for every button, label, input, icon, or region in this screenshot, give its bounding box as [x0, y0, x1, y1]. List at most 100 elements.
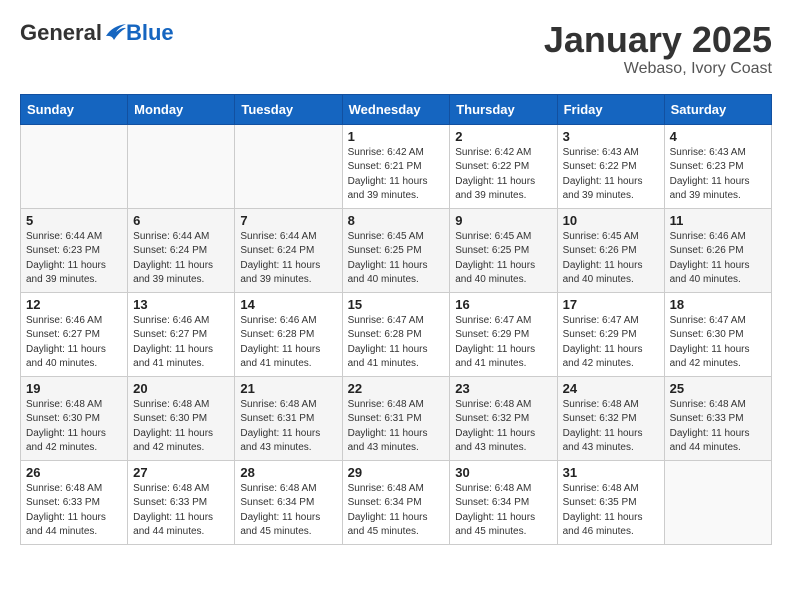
calendar-day-cell: 8 Sunrise: 6:45 AM Sunset: 6:25 PM Daylig… [342, 208, 450, 292]
calendar-day-cell: 24Sunrise: 6:48 AM Sunset: 6:32 PM Dayli… [557, 376, 664, 460]
calendar-day-cell: 26 Sunrise: 6:48 AM Sunset: 6:33 PM Dayli… [21, 460, 128, 544]
calendar-day-cell: 10 Sunrise: 6:45 AM Sunset: 6:26 PM Dayli… [557, 208, 664, 292]
day-number: 14 [240, 297, 336, 312]
day-info: Sunrise: 6:47 AM Sunset: 6:28 PM Dayligh… [348, 314, 445, 372]
calendar-day-cell: 29 Sunrise: 6:48 AM Sunset: 6:34 PM Dayli… [342, 460, 450, 544]
day-info: Sunrise: 6:46 AM Sunset: 6:27 PM Dayligh… [133, 314, 229, 372]
calendar-day-cell: 15 Sunrise: 6:47 AM Sunset: 6:28 PM Dayli… [342, 292, 450, 376]
calendar-day-cell: 23 Sunrise: 6:48 AM Sunset: 6:32 PM Dayli… [450, 376, 557, 460]
calendar-day-cell: 21 Sunrise: 6:48 AM Sunset: 6:31 PM Dayli… [235, 376, 342, 460]
calendar-day-cell: 16 Sunrise: 6:47 AM Sunset: 6:29 PM Dayli… [450, 292, 557, 376]
day-number: 1 [348, 129, 445, 144]
day-number: 6 [133, 213, 229, 228]
day-number: 17 [563, 297, 659, 312]
day-number: 22 [348, 381, 445, 396]
day-info: Sunrise: 6:47 AM Sunset: 6:29 PM Dayligh… [455, 314, 551, 372]
day-info: Sunrise: 6:46 AM Sunset: 6:27 PM Dayligh… [26, 314, 122, 372]
day-number: 26 [26, 465, 122, 480]
day-number: 15 [348, 297, 445, 312]
day-number: 18 [670, 297, 766, 312]
calendar-day-cell: 11 Sunrise: 6:46 AM Sunset: 6:26 PM Dayli… [664, 208, 771, 292]
day-info: Sunrise: 6:48 AM Sunset: 6:35 PM Dayligh… [563, 482, 659, 540]
day-number: 21 [240, 381, 336, 396]
calendar-day-cell [235, 124, 342, 208]
logo-blue-text: Blue [126, 20, 174, 46]
calendar-day-cell [21, 124, 128, 208]
day-info: Sunrise: 6:48 AM Sunset: 6:34 PM Dayligh… [455, 482, 551, 540]
day-number: 4 [670, 129, 766, 144]
calendar-day-cell: 19 Sunrise: 6:48 AM Sunset: 6:30 PM Dayli… [21, 376, 128, 460]
day-number: 16 [455, 297, 551, 312]
calendar-day-cell: 25Sunrise: 6:48 AM Sunset: 6:33 PM Dayli… [664, 376, 771, 460]
calendar-day-cell: 30Sunrise: 6:48 AM Sunset: 6:34 PM Dayli… [450, 460, 557, 544]
day-number: 5 [26, 213, 122, 228]
day-info: Sunrise: 6:48 AM Sunset: 6:33 PM Dayligh… [133, 482, 229, 540]
day-info: Sunrise: 6:48 AM Sunset: 6:34 PM Dayligh… [348, 482, 445, 540]
logo-general-text: General [20, 20, 102, 46]
day-info: Sunrise: 6:48 AM Sunset: 6:31 PM Dayligh… [240, 398, 336, 456]
location-text: Webaso, Ivory Coast [544, 60, 772, 78]
day-info: Sunrise: 6:47 AM Sunset: 6:29 PM Dayligh… [563, 314, 659, 372]
logo-bird-icon [104, 22, 126, 40]
calendar-week-row: 1 Sunrise: 6:42 AM Sunset: 6:21 PM Daylig… [21, 124, 772, 208]
day-info: Sunrise: 6:48 AM Sunset: 6:32 PM Dayligh… [455, 398, 551, 456]
day-info: Sunrise: 6:48 AM Sunset: 6:31 PM Dayligh… [348, 398, 445, 456]
day-info: Sunrise: 6:44 AM Sunset: 6:23 PM Dayligh… [26, 230, 122, 288]
weekday-header-monday: Monday [128, 94, 235, 124]
day-info: Sunrise: 6:43 AM Sunset: 6:22 PM Dayligh… [563, 146, 659, 204]
day-number: 20 [133, 381, 229, 396]
day-info: Sunrise: 6:48 AM Sunset: 6:30 PM Dayligh… [133, 398, 229, 456]
calendar-day-cell: 18 Sunrise: 6:47 AM Sunset: 6:30 PM Dayli… [664, 292, 771, 376]
day-info: Sunrise: 6:48 AM Sunset: 6:34 PM Dayligh… [240, 482, 336, 540]
day-info: Sunrise: 6:48 AM Sunset: 6:33 PM Dayligh… [26, 482, 122, 540]
title-block: January 2025 Webaso, Ivory Coast [544, 20, 772, 78]
calendar-table: SundayMondayTuesdayWednesdayThursdayFrid… [20, 94, 772, 545]
calendar-week-row: 12 Sunrise: 6:46 AM Sunset: 6:27 PM Dayli… [21, 292, 772, 376]
day-info: Sunrise: 6:46 AM Sunset: 6:28 PM Dayligh… [240, 314, 336, 372]
calendar-day-cell: 7 Sunrise: 6:44 AM Sunset: 6:24 PM Daylig… [235, 208, 342, 292]
day-number: 8 [348, 213, 445, 228]
calendar-day-cell: 3 Sunrise: 6:43 AM Sunset: 6:22 PM Daylig… [557, 124, 664, 208]
day-info: Sunrise: 6:45 AM Sunset: 6:26 PM Dayligh… [563, 230, 659, 288]
calendar-day-cell: 31Sunrise: 6:48 AM Sunset: 6:35 PM Dayli… [557, 460, 664, 544]
day-info: Sunrise: 6:42 AM Sunset: 6:22 PM Dayligh… [455, 146, 551, 204]
weekday-header-row: SundayMondayTuesdayWednesdayThursdayFrid… [21, 94, 772, 124]
calendar-day-cell: 27Sunrise: 6:48 AM Sunset: 6:33 PM Dayli… [128, 460, 235, 544]
weekday-header-friday: Friday [557, 94, 664, 124]
calendar-day-cell [664, 460, 771, 544]
weekday-header-thursday: Thursday [450, 94, 557, 124]
calendar-week-row: 19 Sunrise: 6:48 AM Sunset: 6:30 PM Dayli… [21, 376, 772, 460]
day-number: 3 [563, 129, 659, 144]
calendar-day-cell: 9Sunrise: 6:45 AM Sunset: 6:25 PM Daylig… [450, 208, 557, 292]
day-info: Sunrise: 6:44 AM Sunset: 6:24 PM Dayligh… [240, 230, 336, 288]
day-info: Sunrise: 6:45 AM Sunset: 6:25 PM Dayligh… [348, 230, 445, 288]
day-number: 12 [26, 297, 122, 312]
day-number: 7 [240, 213, 336, 228]
calendar-week-row: 5 Sunrise: 6:44 AM Sunset: 6:23 PM Daylig… [21, 208, 772, 292]
logo: General Blue [20, 20, 174, 46]
day-info: Sunrise: 6:48 AM Sunset: 6:33 PM Dayligh… [670, 398, 766, 456]
day-info: Sunrise: 6:48 AM Sunset: 6:30 PM Dayligh… [26, 398, 122, 456]
day-info: Sunrise: 6:42 AM Sunset: 6:21 PM Dayligh… [348, 146, 445, 204]
day-number: 10 [563, 213, 659, 228]
calendar-day-cell: 2Sunrise: 6:42 AM Sunset: 6:22 PM Daylig… [450, 124, 557, 208]
page-header: General Blue January 2025 Webaso, Ivory … [20, 20, 772, 78]
calendar-day-cell: 22 Sunrise: 6:48 AM Sunset: 6:31 PM Dayli… [342, 376, 450, 460]
day-info: Sunrise: 6:46 AM Sunset: 6:26 PM Dayligh… [670, 230, 766, 288]
day-info: Sunrise: 6:47 AM Sunset: 6:30 PM Dayligh… [670, 314, 766, 372]
day-number: 19 [26, 381, 122, 396]
weekday-header-wednesday: Wednesday [342, 94, 450, 124]
day-info: Sunrise: 6:43 AM Sunset: 6:23 PM Dayligh… [670, 146, 766, 204]
calendar-week-row: 26 Sunrise: 6:48 AM Sunset: 6:33 PM Dayli… [21, 460, 772, 544]
day-number: 11 [670, 213, 766, 228]
calendar-day-cell: 13Sunrise: 6:46 AM Sunset: 6:27 PM Dayli… [128, 292, 235, 376]
calendar-day-cell: 6Sunrise: 6:44 AM Sunset: 6:24 PM Daylig… [128, 208, 235, 292]
calendar-day-cell: 14 Sunrise: 6:46 AM Sunset: 6:28 PM Dayli… [235, 292, 342, 376]
calendar-day-cell [128, 124, 235, 208]
calendar-day-cell: 4 Sunrise: 6:43 AM Sunset: 6:23 PM Daylig… [664, 124, 771, 208]
weekday-header-saturday: Saturday [664, 94, 771, 124]
day-info: Sunrise: 6:48 AM Sunset: 6:32 PM Dayligh… [563, 398, 659, 456]
day-number: 23 [455, 381, 551, 396]
day-number: 29 [348, 465, 445, 480]
calendar-day-cell: 1 Sunrise: 6:42 AM Sunset: 6:21 PM Daylig… [342, 124, 450, 208]
